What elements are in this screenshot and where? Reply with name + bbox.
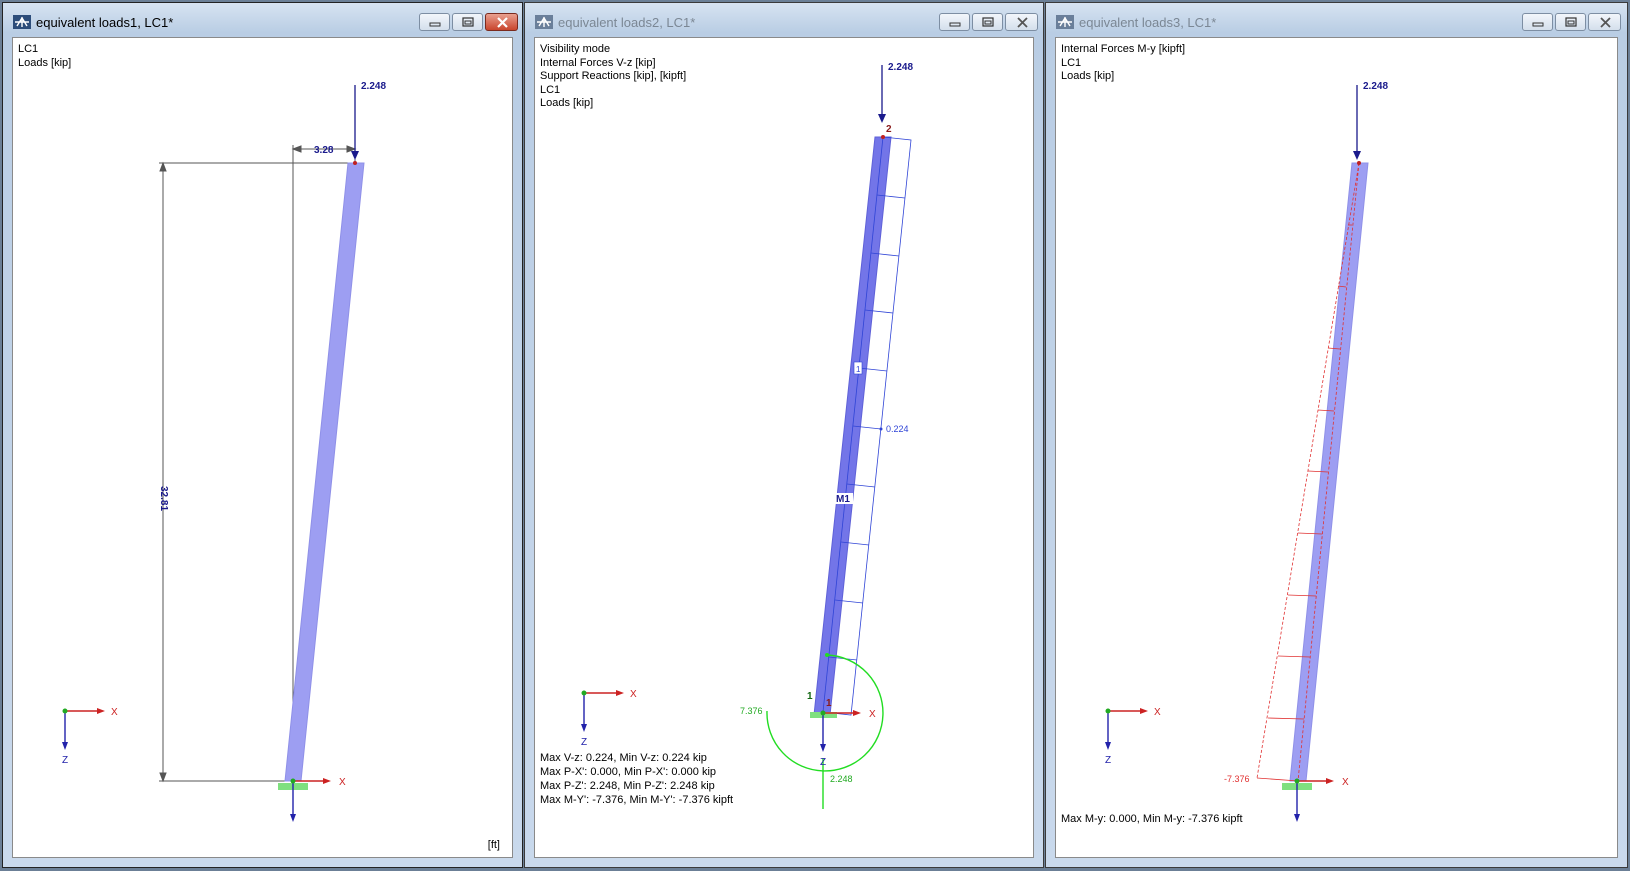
summary-line: Max M-y: 0.000, Min M-y: -7.376 kipft: [1061, 813, 1243, 825]
global-axis-x-label: X: [111, 707, 118, 718]
close-icon: [1017, 17, 1028, 28]
global-axis-x-label: X: [630, 689, 637, 700]
window-title: equivalent loads1, LC1*: [36, 15, 174, 30]
minimize-icon: [1532, 22, 1544, 27]
node-top-label: 2: [886, 124, 892, 135]
shear-value-label: 0.224: [886, 424, 909, 434]
title-bar[interactable]: equivalent loads1, LC1*: [3, 3, 522, 37]
global-axes: [1105, 708, 1148, 750]
close-button[interactable]: [1588, 13, 1621, 31]
member[interactable]: [284, 162, 365, 782]
model-drawing: 0.224 1 M1 2.248 2 7.376 2.248 1 1 X Z X…: [581, 62, 913, 809]
load-label: 2.248: [1363, 81, 1388, 92]
support-number-label: 1: [807, 691, 813, 702]
app-icon: [535, 15, 553, 29]
global-axis-z-label: Z: [581, 737, 587, 748]
restore-button[interactable]: [452, 13, 483, 31]
member[interactable]: [1289, 162, 1369, 782]
close-button[interactable]: [485, 13, 518, 31]
title-bar[interactable]: equivalent loads3, LC1*: [1046, 3, 1627, 37]
member-label: M1: [836, 494, 850, 505]
load-arrow[interactable]: [878, 114, 886, 123]
close-icon: [1600, 17, 1611, 28]
axis-x-label: X: [339, 777, 346, 788]
node-bottom-label: 1: [826, 698, 832, 709]
node-top[interactable]: [353, 161, 357, 165]
load-arrow[interactable]: [351, 151, 359, 160]
global-axis-z-label: Z: [1105, 755, 1111, 766]
restore-icon: [462, 17, 474, 27]
model-drawing: -7.376 2.248 X X Z: [1105, 81, 1388, 822]
restore-icon: [1565, 17, 1577, 27]
global-axes: [62, 708, 105, 750]
window-title: equivalent loads3, LC1*: [1079, 15, 1217, 30]
summary-line: Max V-z: 0.224, Min V-z: 0.224 kip: [540, 752, 707, 764]
global-axis-x-label: X: [1154, 707, 1161, 718]
axis-z-label: Z: [820, 757, 826, 768]
unit-label: [ft]: [487, 839, 500, 851]
summary-line: Max M-Y': -7.376, Min M-Y': -7.376 kipft: [540, 794, 734, 806]
window-equivalent-loads1[interactable]: equivalent loads1, LC1* LC1 Loads [kip] …: [2, 2, 523, 868]
moment-value-label: -7.376: [1224, 774, 1250, 784]
model-drawing: 3.28 32.81 2.248 X X Z: [62, 81, 386, 822]
global-axis-z-label: Z: [62, 755, 68, 766]
summary-line: Max P-Z': 2.248, Min P-Z': 2.248 kip: [540, 780, 715, 792]
minimize-button[interactable]: [1522, 13, 1553, 31]
results-summary: Max V-z: 0.224, Min V-z: 0.224 kip Max P…: [540, 751, 733, 807]
window-title: equivalent loads2, LC1*: [558, 15, 696, 30]
graphics-view[interactable]: Internal Forces M-y [kipft] LC1 Loads [k…: [1055, 37, 1618, 858]
member-number-label: 1: [856, 365, 861, 374]
global-axes: [581, 690, 624, 732]
title-bar[interactable]: equivalent loads2, LC1*: [525, 3, 1043, 37]
axis-x-label: X: [1342, 777, 1349, 788]
dimension-vertical: 32.81: [158, 486, 169, 511]
minimize-button[interactable]: [939, 13, 970, 31]
minimize-icon: [949, 22, 961, 27]
load-label: 2.248: [361, 81, 386, 92]
app-icon: [1056, 15, 1074, 29]
axis-x-label: X: [869, 709, 876, 720]
minimize-button[interactable]: [419, 13, 450, 31]
restore-button[interactable]: [972, 13, 1003, 31]
dimension-horizontal: 3.28: [314, 145, 334, 156]
close-icon: [497, 17, 508, 28]
restore-button[interactable]: [1555, 13, 1586, 31]
load-label: 2.248: [888, 62, 913, 73]
window-equivalent-loads2[interactable]: equivalent loads2, LC1* Visibility mode …: [524, 2, 1044, 868]
results-summary: Max M-y: 0.000, Min M-y: -7.376 kipft: [1061, 812, 1243, 826]
window-equivalent-loads3[interactable]: equivalent loads3, LC1* Internal Forces …: [1045, 2, 1628, 868]
app-icon: [13, 15, 31, 29]
graphics-view[interactable]: LC1 Loads [kip] 3.28 32.81 2.248 X X Z […: [12, 37, 513, 858]
vertical-reaction-label: 2.248: [830, 774, 853, 784]
load-arrow[interactable]: [1353, 151, 1361, 160]
minimize-icon: [429, 22, 441, 27]
graphics-view[interactable]: Visibility mode Internal Forces V-z [kip…: [534, 37, 1034, 858]
restore-icon: [982, 17, 994, 27]
moment-reaction-label: 7.376: [740, 706, 763, 716]
summary-line: Max P-X': 0.000, Min P-X': 0.000 kip: [540, 766, 716, 778]
close-button[interactable]: [1005, 13, 1038, 31]
